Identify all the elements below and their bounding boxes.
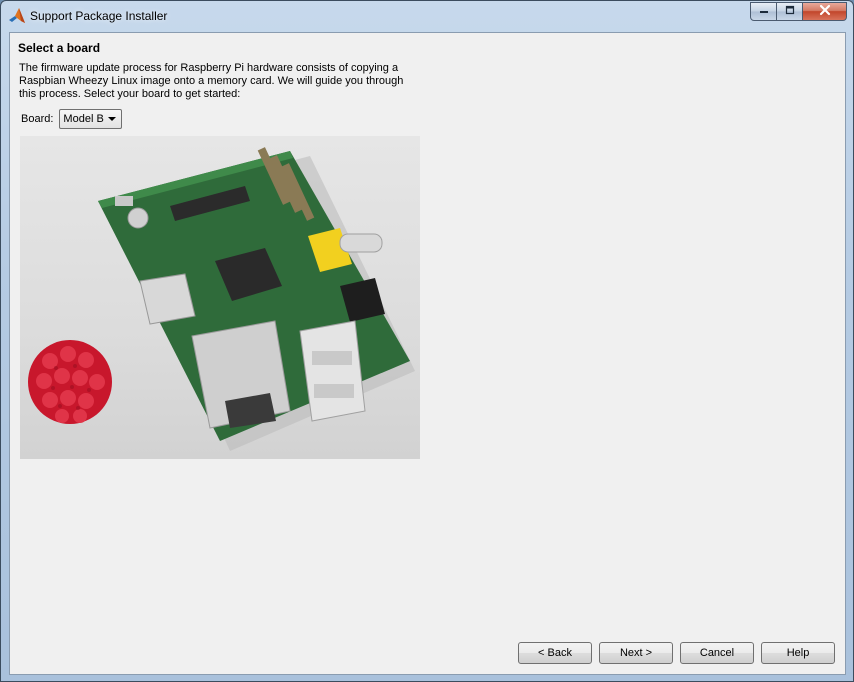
description-line: Raspbian Wheezy Linux image onto a memor… xyxy=(19,75,404,87)
board-select[interactable]: Model B xyxy=(59,109,123,129)
board-select-value: Model B xyxy=(63,113,104,125)
page-heading: Select a board xyxy=(18,41,101,55)
chevron-down-icon xyxy=(108,117,117,121)
dialog-content: Select a board The firmware update proce… xyxy=(9,32,846,675)
description-line: The firmware update process for Raspberr… xyxy=(19,62,399,74)
maximize-button[interactable] xyxy=(777,2,803,21)
help-button[interactable]: Help xyxy=(761,642,835,664)
description: The firmware update process for Raspberr… xyxy=(19,62,419,101)
minimize-button[interactable] xyxy=(750,2,777,21)
next-button[interactable]: Next > xyxy=(599,642,673,664)
window-title: Support Package Installer xyxy=(30,9,168,23)
board-label: Board: xyxy=(21,113,54,125)
minimize-icon xyxy=(759,5,769,18)
window-controls xyxy=(750,2,847,21)
board-row: Board: Model B xyxy=(21,109,123,129)
title-bar[interactable]: Support Package Installer xyxy=(1,1,853,32)
back-button[interactable]: < Back xyxy=(518,642,592,664)
close-button[interactable] xyxy=(803,2,847,21)
board-image xyxy=(20,136,420,459)
close-icon xyxy=(819,4,831,19)
description-line: this process. Select your board to get s… xyxy=(19,88,241,100)
maximize-icon xyxy=(785,5,795,18)
matlab-icon xyxy=(8,7,26,25)
cancel-button[interactable]: Cancel xyxy=(680,642,754,664)
installer-window: Support Package Installer Select a board xyxy=(0,0,854,682)
